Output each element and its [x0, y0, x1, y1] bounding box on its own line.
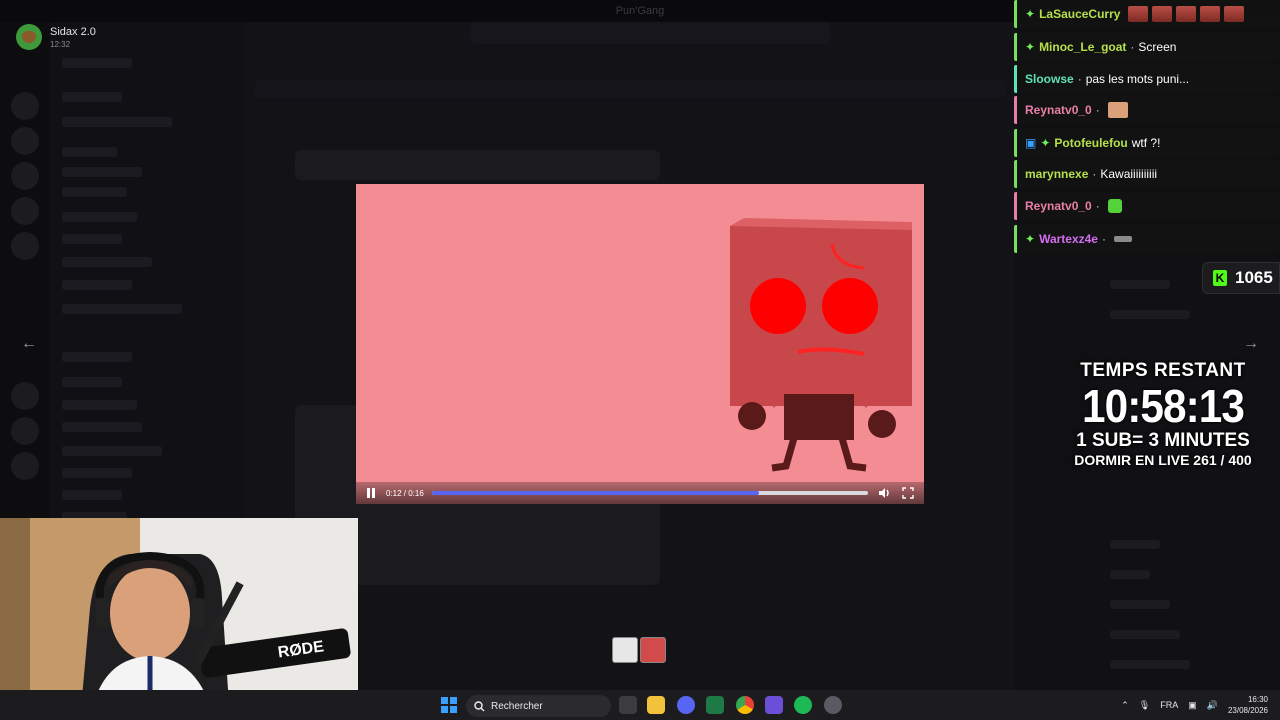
next-arrow-icon[interactable]: → [1240, 333, 1262, 355]
timer-label: TEMPS RESTANT [1080, 360, 1246, 381]
chat-username: Reynatv0_0 [1025, 103, 1092, 117]
video-progress-bar[interactable] [431, 491, 869, 495]
chat-message: ✦ Minoc_Le_goat · Screen [1014, 33, 1280, 61]
timer-sub-rule: 1 SUB= 3 MINUTES [1076, 430, 1250, 451]
sparkle-badge-icon: ✦ [1040, 136, 1051, 150]
kick-count: 1065 [1235, 268, 1273, 287]
previous-arrow-icon[interactable]: ← [18, 333, 40, 355]
discord-icon[interactable] [677, 696, 695, 714]
chat-message: ▣ ✦ Potofeulefou wtf ?! [1014, 129, 1280, 157]
message-image [295, 150, 660, 180]
hand-emote-icon [1107, 102, 1128, 118]
kick-logo-icon: K [1213, 270, 1227, 286]
chat-username: Reynatv0_0 [1025, 199, 1092, 213]
desktop: Pun'Gang ← → Sidax 2.0 12:32 0:12 / 0:16… [0, 0, 1280, 720]
cube-badge-icon: ▣ [1025, 136, 1037, 150]
language-indicator[interactable]: FRA [1160, 700, 1178, 710]
attachment-thumbnail[interactable] [640, 637, 666, 663]
chrome-icon[interactable] [736, 696, 754, 714]
chat-message: Reynatv0_0 · [1014, 192, 1280, 220]
clock-time: 16:30 [1247, 695, 1268, 704]
video-character [730, 218, 912, 472]
sparkle-badge-icon: ✦ [1025, 40, 1036, 54]
chat-username: marynnexe [1025, 167, 1089, 181]
volume-icon[interactable] [876, 485, 892, 501]
fullscreen-icon[interactable] [900, 485, 916, 501]
chat-text: Kawaiiiiiiiiii [1100, 167, 1158, 181]
notice-banner [470, 22, 830, 44]
avatar [16, 24, 42, 50]
green-emote-icon [1107, 199, 1122, 213]
chat-username: LaSauceCurry [1039, 7, 1121, 21]
search-icon [474, 700, 485, 711]
user-name: Sidax 2.0 [50, 25, 96, 38]
taskbar: Rechercher ⌃ 🎙 FRA ▣ 🔊 16:30 23/08/2026 [0, 690, 1280, 720]
folder-icon[interactable] [647, 696, 665, 714]
gear-icon[interactable] [824, 696, 842, 714]
chat-message: marynnexe · Kawaiiiiiiiiii [1014, 160, 1280, 188]
network-icon[interactable]: ▣ [1188, 700, 1197, 711]
chevron-up-icon[interactable]: ⌃ [1121, 700, 1129, 711]
chat-text: Screen [1138, 40, 1177, 54]
excel-icon[interactable] [706, 696, 724, 714]
system-tray: ⌃ 🎙 FRA ▣ 🔊 16:30 23/08/2026 [1121, 690, 1280, 720]
small-emote-icon [1113, 236, 1132, 242]
attachment-strip [612, 637, 666, 663]
clock[interactable]: 16:30 23/08/2026 [1228, 694, 1268, 716]
video-progress-fill [431, 491, 760, 495]
clock-date: 23/08/2026 [1227, 706, 1268, 715]
search-placeholder: Rechercher [491, 700, 543, 712]
chat-username: Wartexz4e [1039, 232, 1098, 246]
app-grid-icon[interactable] [765, 696, 783, 714]
user-time: 12:32 [50, 39, 71, 49]
speaker-icon[interactable]: 🔊 [1207, 700, 1218, 711]
chat-text: pas les mots puni... [1085, 72, 1190, 86]
windows-start-icon[interactable] [441, 697, 457, 713]
chat-message: ✦ LaSauceCurry [1014, 0, 1280, 28]
user-badge: Sidax 2.0 12:32 [16, 24, 96, 50]
new-messages-bar [255, 80, 1005, 98]
chat-username: Minoc_Le_goat [1039, 40, 1127, 54]
task-view-icon[interactable] [619, 696, 637, 714]
chat-message: ✦ Wartexz4e · [1014, 225, 1280, 253]
sparkle-badge-icon: ✦ [1025, 7, 1036, 21]
taskbar-search[interactable]: Rechercher [466, 695, 611, 717]
kick-counter: K 1065 [1202, 262, 1280, 294]
chat-username: Potofeulefou [1054, 136, 1128, 150]
timer-sleep-progress: DORMIR EN LIVE 261 / 400 [1074, 452, 1252, 468]
spotify-icon[interactable] [794, 696, 812, 714]
video-time: 0:12 / 0:16 [385, 488, 424, 498]
chat-username: Sloowse [1025, 72, 1074, 86]
chat-message: Reynatv0_0 · [1014, 96, 1280, 124]
member-list [1090, 260, 1280, 680]
video-controls: 0:12 / 0:16 [356, 482, 924, 504]
pause-icon[interactable] [364, 486, 378, 500]
subathon-timer: TEMPS RESTANT 10:58:13 1 SUB= 3 MINUTES … [1048, 360, 1278, 469]
timer-value: 10:58:13 [1081, 380, 1245, 432]
chat-message: Sloowse · pas les mots puni... [1014, 65, 1280, 93]
attachment-thumbnail[interactable] [612, 637, 638, 663]
sparkle-badge-icon: ✦ [1025, 232, 1036, 246]
chat-text: wtf ?! [1131, 136, 1161, 150]
character-emotes-icon [1128, 6, 1245, 22]
microphone-icon[interactable]: 🎙 [1139, 700, 1150, 711]
